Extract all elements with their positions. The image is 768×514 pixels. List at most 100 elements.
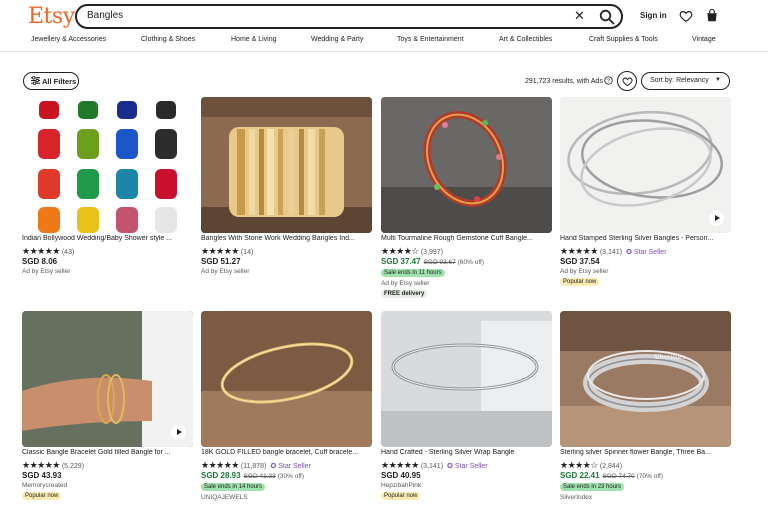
product-card[interactable]: Bangles With Stone Work Wedding Bangles … — [201, 97, 372, 282]
product-title[interactable]: Indian Bollywood Wedding/Baby Shower sty… — [22, 235, 193, 242]
sort-label: Sort by: Relevancy — [650, 77, 709, 84]
shop-name[interactable]: SilverIndex — [560, 494, 592, 501]
gold-cuff-image — [201, 311, 372, 447]
star-seller-label: Star Seller — [278, 463, 311, 470]
review-count: (3,141) — [420, 463, 444, 470]
star-seller-badge: ✪ Star Seller — [270, 463, 311, 470]
ad-label: Ad by Etsy seller — [201, 268, 250, 275]
heart-icon[interactable] — [679, 9, 693, 23]
original-price: SGD 41.33 — [243, 473, 276, 480]
shopping-bag-icon[interactable] — [705, 8, 719, 23]
popular-info: Popular now — [22, 492, 62, 500]
sale-price: SGD 22.41 — [560, 471, 600, 480]
product-price: SGD 37.54 — [560, 257, 600, 266]
help-icon[interactable]: ? — [604, 76, 613, 85]
caret-down-icon: ▼ — [715, 77, 721, 83]
sign-in-link[interactable]: Sign in — [640, 11, 667, 20]
sale-info: Sale ends in 11 hours — [381, 269, 445, 277]
product-title[interactable]: Hand Stamped Sterling Silver Bangles - P… — [560, 235, 731, 242]
product-title[interactable]: Classic Bangle Bracelet Gold filled Bang… — [22, 449, 193, 456]
product-card[interactable]: Classic Bangle Bracelet Gold filled Bang… — [22, 311, 193, 506]
rating-stars: ★★★★★ — [560, 246, 598, 256]
search-input[interactable]: Bangles — [87, 10, 123, 21]
close-icon[interactable]: ✕ — [574, 8, 585, 24]
sale-badge: Sale ends in 23 hours — [560, 483, 625, 491]
product-card[interactable]: Hand Stamped Sterling Silver Bangles - P… — [560, 97, 731, 292]
product-image[interactable] — [560, 97, 731, 233]
product-card[interactable]: Hand Crafted - Sterling Silver Wrap Bang… — [381, 311, 552, 506]
product-card[interactable]: Indian Bollywood Wedding/Baby Shower sty… — [22, 97, 193, 282]
play-icon[interactable] — [709, 211, 724, 226]
heart-icon — [622, 77, 633, 87]
product-title[interactable]: Bangles With Stone Work Wedding Bangles … — [201, 235, 372, 242]
all-filters-label: All Filters — [42, 77, 77, 86]
results-count: 291,723 results, with Ads — [525, 78, 603, 85]
rating-stars: ★★★★★ — [22, 460, 60, 470]
watermark-text: Silverindex — [654, 353, 686, 361]
product-image[interactable] — [381, 311, 552, 447]
original-price: SGD 93.67 — [423, 259, 456, 266]
product-title[interactable]: Multi Tourmaline Rough Gemstone Cuff Ban… — [381, 235, 552, 242]
shop-name[interactable]: HepzibahPink — [381, 482, 421, 489]
ring-boxes-image — [38, 101, 177, 233]
product-price: SGD 51.27 — [201, 257, 241, 266]
save-search-button[interactable] — [617, 71, 637, 91]
discount: (30% off) — [277, 473, 305, 480]
popular-info: Popular now — [560, 278, 600, 286]
search-icon[interactable] — [599, 9, 615, 25]
delivery-info: FREE delivery — [381, 290, 428, 298]
category-link[interactable]: Home & Living — [231, 36, 277, 43]
product-image[interactable] — [201, 311, 372, 447]
review-count: (14) — [240, 249, 254, 256]
product-image[interactable]: Silverindex — [560, 311, 731, 447]
star-seller-label: Star Seller — [633, 249, 667, 256]
category-link[interactable]: Art & Collectibles — [499, 36, 552, 43]
ad-label: Ad by Etsy seller — [560, 268, 609, 275]
category-nav: Jewellery & Accessories Clothing & Shoes… — [0, 36, 768, 50]
product-card[interactable]: Multi Tourmaline Rough Gemstone Cuff Ban… — [381, 97, 552, 302]
popular-info: Popular now — [381, 492, 421, 500]
free-delivery-badge: FREE delivery — [381, 290, 428, 298]
play-icon[interactable] — [171, 425, 186, 440]
product-title[interactable]: 18K GOLD FILLED bangle bracelet, Cuff br… — [201, 449, 372, 456]
search-bar[interactable]: Bangles ✕ — [75, 4, 623, 29]
product-image[interactable] — [22, 97, 193, 233]
product-card[interactable]: Silverindex Sterling silver Spinner flow… — [560, 311, 731, 506]
product-rating: ★★★★★ (3,141) ✪ Star Seller — [381, 460, 488, 470]
sale-info: Sale ends in 23 hours — [560, 483, 625, 491]
sale-price: SGD 28.93 — [201, 471, 241, 480]
product-price: SGD 40.95 — [381, 471, 421, 480]
product-image[interactable] — [201, 97, 372, 233]
silver-bangles-image — [560, 97, 731, 233]
shop-name[interactable]: Memorycreated — [22, 482, 67, 489]
ad-label: Ad by Etsy seller — [381, 280, 430, 287]
category-link[interactable]: Vintage — [692, 36, 716, 43]
category-link[interactable]: Wedding & Party — [311, 36, 363, 43]
product-rating: ★★★★★ (14) — [201, 246, 254, 256]
product-title[interactable]: Sterling silver Spinner flower Bangle, T… — [560, 449, 731, 456]
tourmaline-cuff-image — [381, 97, 552, 233]
category-link[interactable]: Craft Supplies & Tools — [589, 36, 658, 43]
all-filters-button[interactable]: All Filters — [23, 72, 79, 90]
product-rating: ★★★★★ (3,141) ✪ Star Seller — [560, 246, 667, 256]
product-image[interactable] — [381, 97, 552, 233]
sale-price: SGD 37.47 — [381, 257, 421, 266]
ad-label: Ad by Etsy seller — [22, 268, 71, 275]
etsy-logo[interactable]: Etsy — [28, 4, 75, 29]
product-image[interactable] — [22, 311, 193, 447]
product-card[interactable]: 18K GOLD FILLED bangle bracelet, Cuff br… — [201, 311, 372, 506]
shop-name[interactable]: UNIQAJEWELS — [201, 494, 248, 501]
category-link[interactable]: Toys & Entertainment — [397, 36, 464, 43]
site-header: Etsy Bangles ✕ Sign in Jewellery & Acces… — [0, 0, 768, 52]
review-count: (3,141) — [599, 249, 623, 256]
sort-dropdown[interactable]: Sort by: Relevancy ▼ — [641, 72, 730, 90]
category-link[interactable]: Jewellery & Accessories — [31, 36, 106, 43]
popular-badge: Popular now — [381, 492, 421, 500]
product-title[interactable]: Hand Crafted - Sterling Silver Wrap Bang… — [381, 449, 552, 456]
category-link[interactable]: Clothing & Shoes — [141, 36, 195, 43]
rating-stars: ★★★★☆ — [560, 460, 598, 470]
popular-badge: Popular now — [560, 278, 600, 286]
product-rating: ★★★★★ (11,878) ✪ Star Seller — [201, 460, 311, 470]
popular-badge: Popular now — [22, 492, 62, 500]
sale-badge: Sale ends in 14 hours — [201, 483, 266, 491]
